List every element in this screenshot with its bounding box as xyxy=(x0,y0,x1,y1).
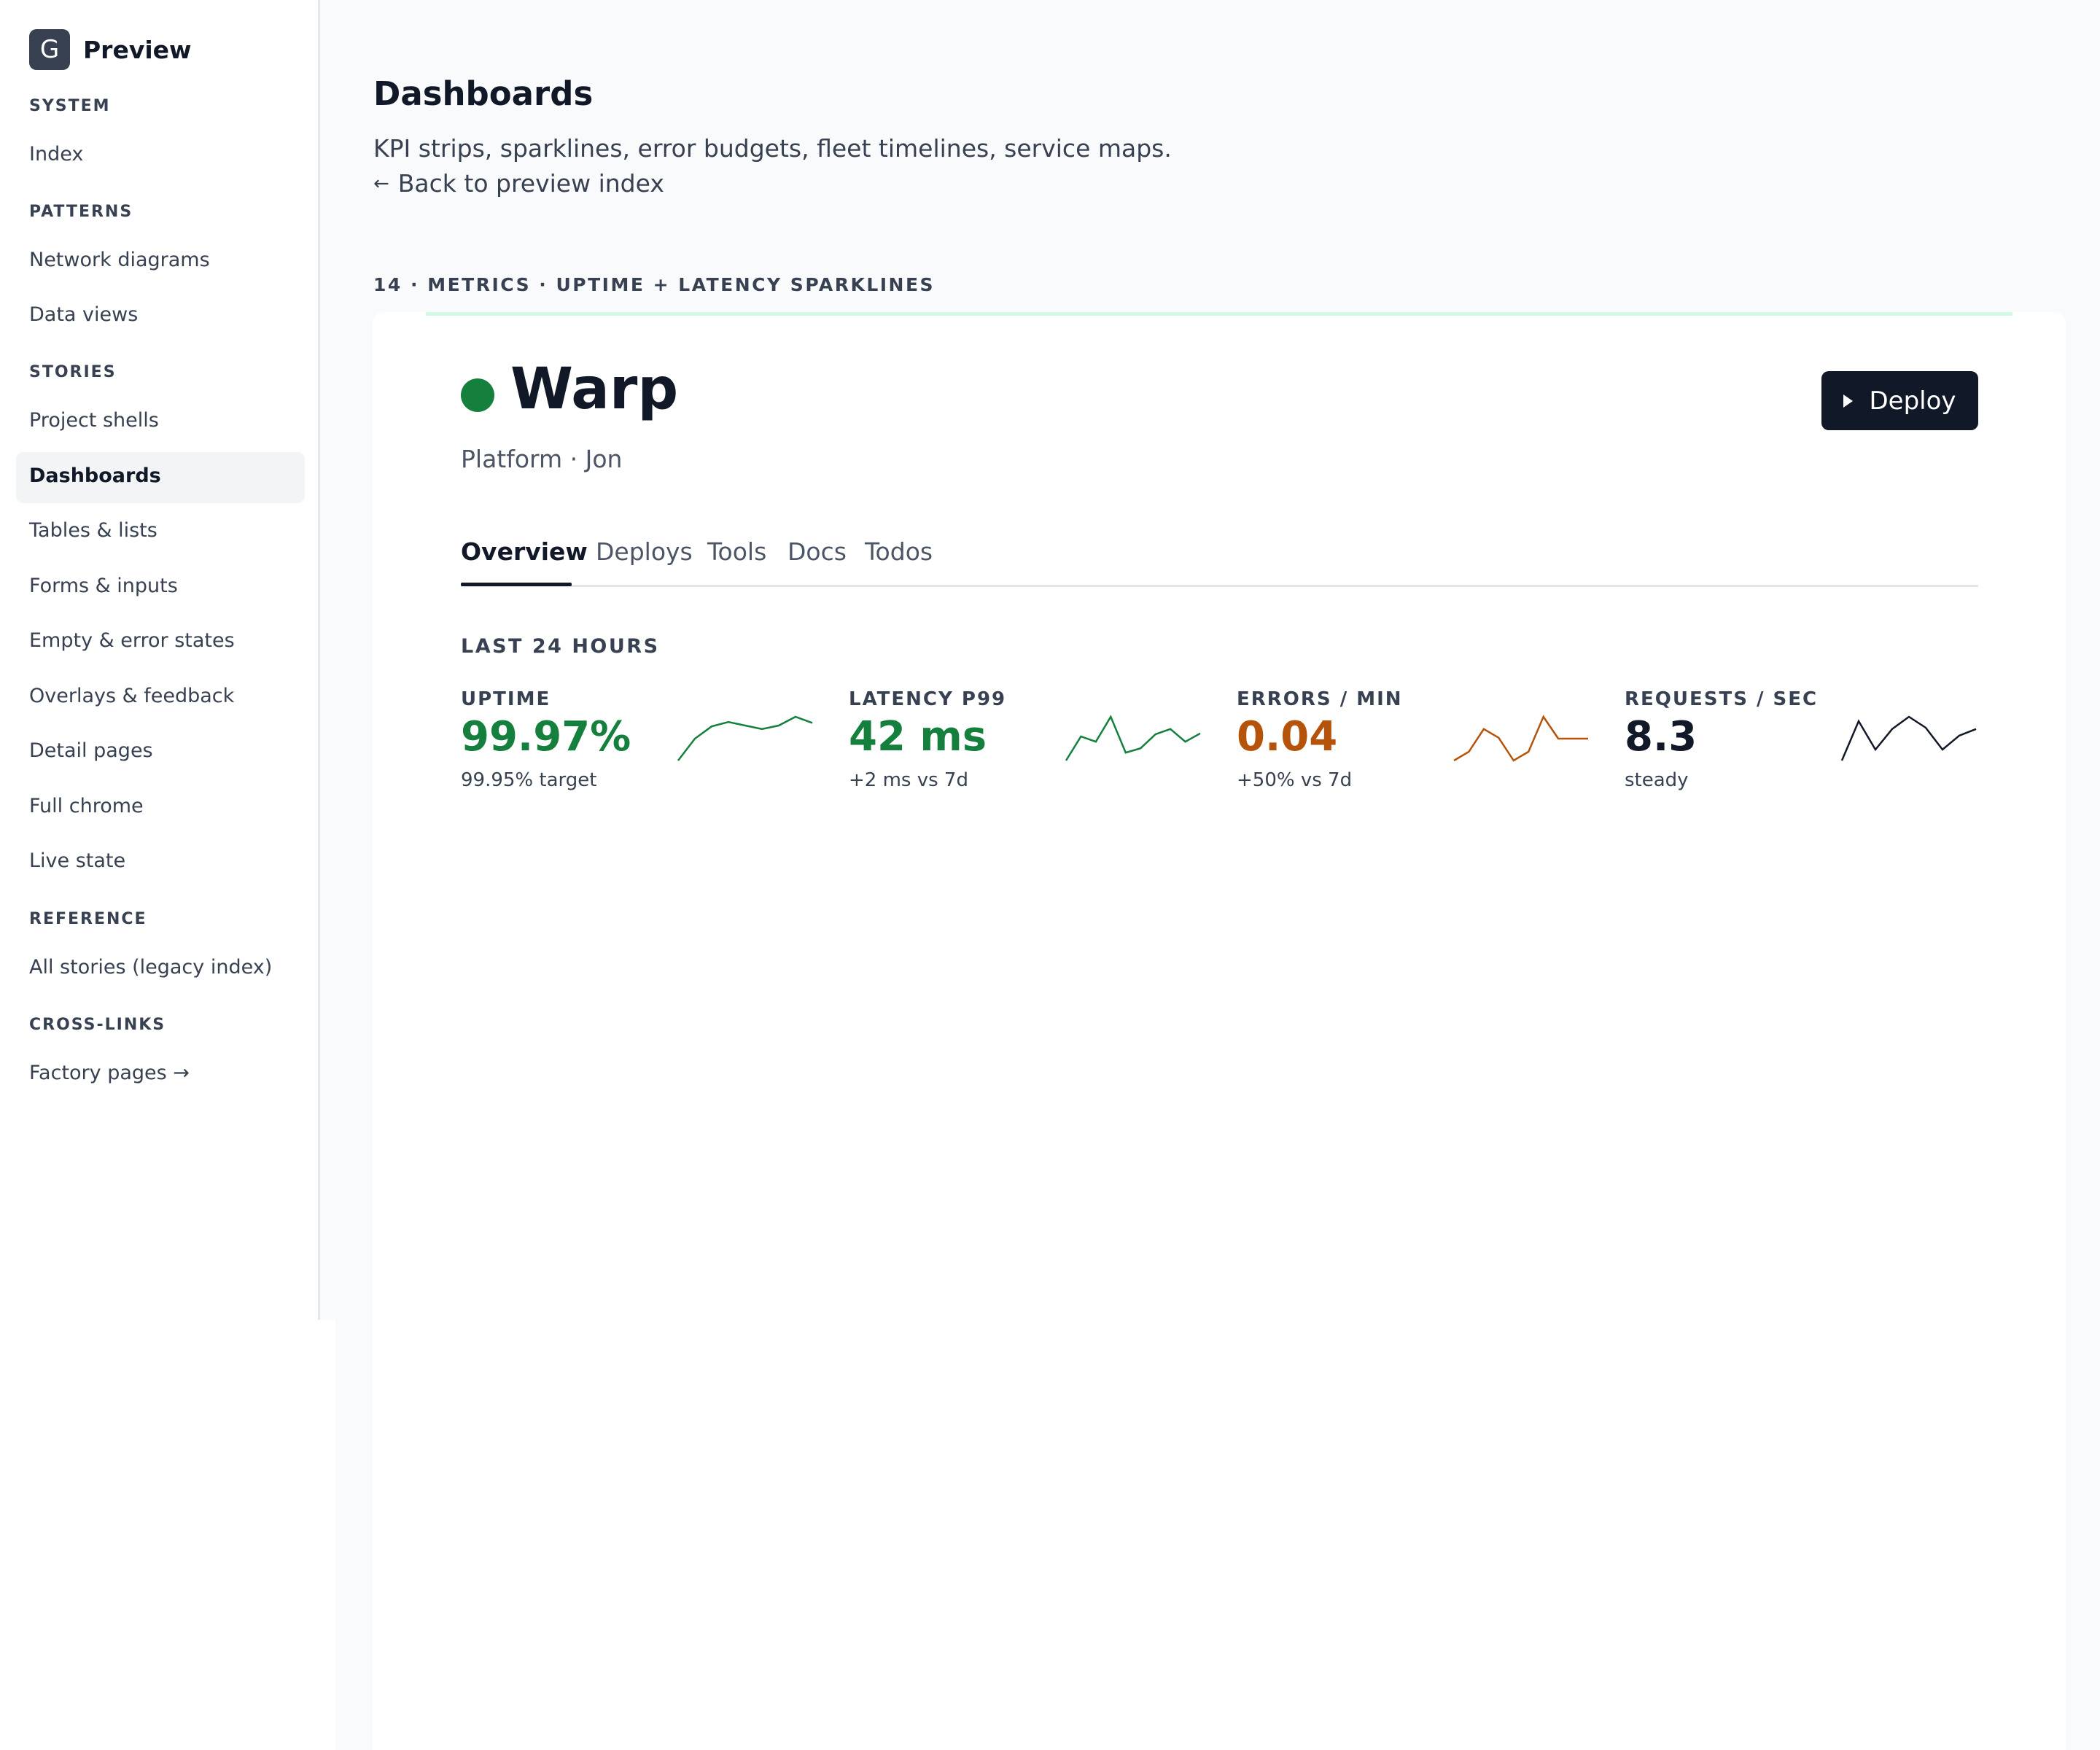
kpi-label: REQUESTS / SEC xyxy=(1625,688,1819,710)
sidebar-item-tables-lists[interactable]: Tables & lists xyxy=(29,519,158,542)
sidebar-item-factory-pages[interactable]: Factory pages → xyxy=(29,1062,190,1084)
kpi-value: 8.3 xyxy=(1625,713,1698,761)
tab-tools[interactable]: Tools xyxy=(707,537,766,566)
sparkline-uptime xyxy=(677,715,813,761)
sparkline-errors xyxy=(1453,715,1588,762)
kpi-subtext: +50% vs 7d xyxy=(1237,769,1353,791)
nav-heading-stories: STORIES xyxy=(29,363,117,381)
brand-title: Preview xyxy=(83,35,192,64)
service-meta: Platform · Jon xyxy=(461,445,623,473)
tabs-divider xyxy=(461,585,1978,587)
sidebar-footer-area xyxy=(0,1320,335,1750)
nav-heading-system: SYSTEM xyxy=(29,97,111,115)
kpi-value: 99.97% xyxy=(461,713,631,761)
sidebar-item-index[interactable]: Index xyxy=(29,143,83,166)
kpi-value: 0.04 xyxy=(1237,713,1338,761)
sidebar-item-detail-pages[interactable]: Detail pages xyxy=(29,739,153,762)
nav-heading-patterns: PATTERNS xyxy=(29,203,133,221)
back-link[interactable]: ← Back to preview index xyxy=(373,169,664,198)
tab-docs[interactable]: Docs xyxy=(788,537,847,566)
sparkline-latency xyxy=(1065,715,1201,761)
sidebar-item-forms-inputs[interactable]: Forms & inputs xyxy=(29,575,178,597)
tab-overview[interactable]: Overview xyxy=(461,537,588,566)
kpi-subtext: 99.95% target xyxy=(461,769,597,791)
tab-deploys[interactable]: Deploys xyxy=(596,537,693,566)
nav-heading-reference: REFERENCE xyxy=(29,910,147,928)
kpi-value: 42 ms xyxy=(849,713,987,761)
nav-heading-cross-links: CROSS-LINKS xyxy=(29,1016,166,1034)
page-subtitle: KPI strips, sparklines, error budgets, f… xyxy=(373,134,1172,163)
service-name: Warp xyxy=(510,357,679,422)
service-card xyxy=(373,312,2066,1750)
play-icon xyxy=(1843,394,1854,408)
kpi-label: UPTIME xyxy=(461,688,551,710)
status-dot-icon xyxy=(461,378,494,412)
sidebar-item-network-diagrams[interactable]: Network diagrams xyxy=(29,249,210,271)
deploy-button-label: Deploy xyxy=(1869,386,1956,416)
sidebar-item-dashboards[interactable]: Dashboards xyxy=(29,464,161,487)
sidebar-item-full-chrome[interactable]: Full chrome xyxy=(29,795,144,817)
kpi-label: LATENCY P99 xyxy=(849,688,1007,710)
kpi-subtext: steady xyxy=(1625,769,1689,791)
card-accent-bar xyxy=(426,312,2012,316)
arrow-left-icon: ← xyxy=(373,172,389,195)
period-label: LAST 24 HOURS xyxy=(461,635,660,658)
tab-todos[interactable]: Todos xyxy=(865,537,933,566)
back-link-label: Back to preview index xyxy=(397,169,664,198)
brand[interactable]: G Preview xyxy=(29,29,192,70)
sidebar-item-project-shells[interactable]: Project shells xyxy=(29,409,159,432)
sidebar-item-overlays-feedback[interactable]: Overlays & feedback xyxy=(29,685,234,707)
sidebar-item-all-stories[interactable]: All stories (legacy index) xyxy=(29,956,272,979)
kpi-label: ERRORS / MIN xyxy=(1237,688,1403,710)
section-label: 14 · METRICS · UPTIME + LATENCY SPARKLIN… xyxy=(373,274,936,295)
sidebar-item-live-state[interactable]: Live state xyxy=(29,849,125,872)
sidebar-item-data-views[interactable]: Data views xyxy=(29,303,138,326)
sidebar-item-empty-error-states[interactable]: Empty & error states xyxy=(29,629,235,652)
sidebar: G Preview SYSTEM Index PATTERNS Network … xyxy=(0,0,320,1320)
page-title: Dashboards xyxy=(373,74,594,113)
deploy-button[interactable]: Deploy xyxy=(1821,371,1978,430)
tab-active-indicator xyxy=(461,583,572,586)
brand-logo: G xyxy=(29,29,70,70)
kpi-subtext: +2 ms vs 7d xyxy=(849,769,968,791)
sparkline-requests xyxy=(1840,715,1977,761)
